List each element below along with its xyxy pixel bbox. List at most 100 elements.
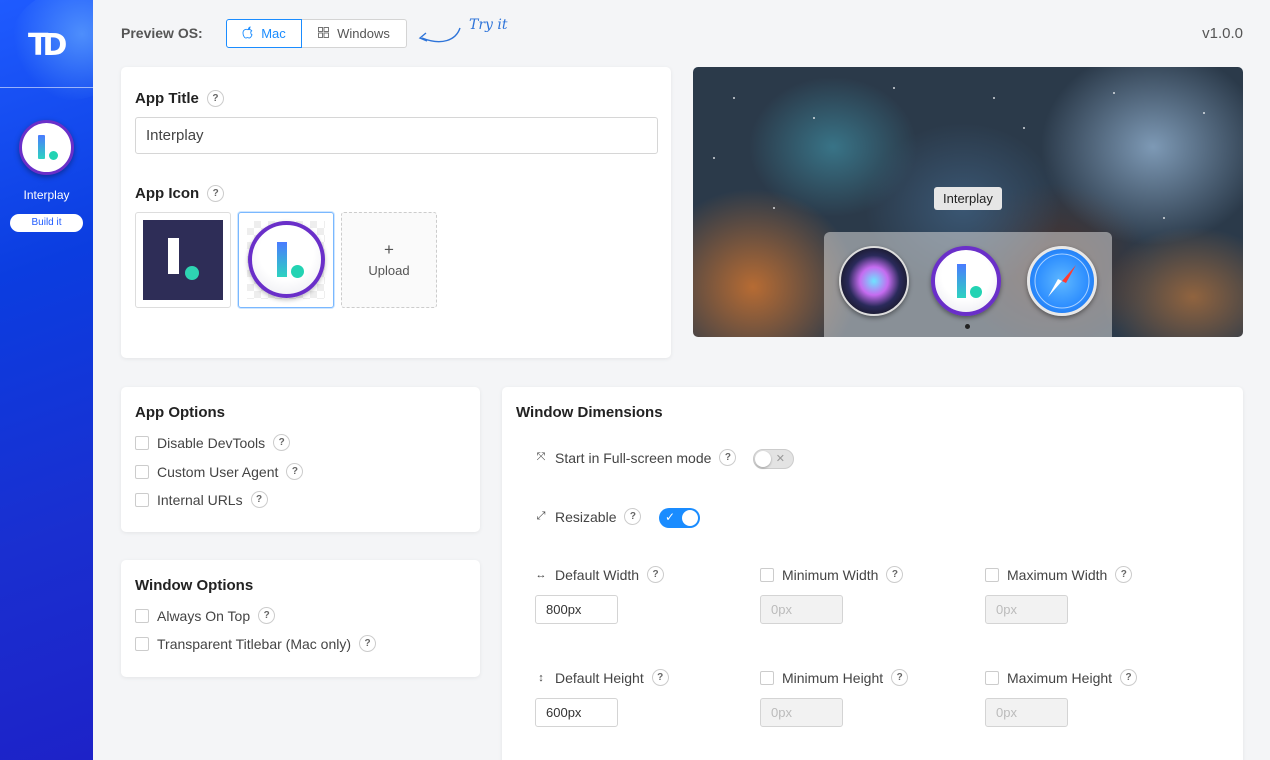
help-icon[interactable]: ? — [359, 635, 376, 652]
option-always-on-top[interactable]: Always On Top ? — [135, 607, 276, 624]
windows-icon — [318, 26, 330, 41]
help-icon[interactable]: ? — [286, 463, 304, 480]
app-settings-card: App Title ? Interplay App Icon ? + Uploa… — [121, 67, 671, 358]
resize-icon: ⤢ — [536, 510, 546, 522]
help-icon[interactable]: ? — [273, 434, 291, 451]
checkbox[interactable] — [985, 670, 999, 685]
app-title-heading: App Title ? — [135, 90, 224, 107]
app-options-title: App Options — [135, 404, 225, 421]
fullscreen-toggle[interactable]: ✕ — [753, 449, 794, 469]
version-label: v1.0.0 — [1202, 25, 1243, 42]
os-windows-button[interactable]: Windows — [302, 19, 407, 48]
max-width-input[interactable]: 0px — [985, 595, 1068, 624]
default-height-input[interactable]: 600px — [535, 698, 618, 727]
help-icon[interactable]: ? — [1115, 566, 1133, 583]
safari-icon — [1027, 246, 1097, 316]
help-icon[interactable]: ? — [1120, 669, 1138, 686]
checkbox[interactable] — [135, 492, 149, 507]
min-height-input[interactable]: 0px — [760, 698, 843, 727]
build-button[interactable]: Build it — [10, 214, 83, 232]
help-icon[interactable]: ? — [891, 669, 909, 686]
check-icon: ✓ — [665, 510, 676, 524]
checkbox[interactable] — [135, 435, 149, 450]
checkbox[interactable] — [135, 636, 149, 651]
dock-preview: Interplay — [693, 67, 1243, 337]
resizable-toggle[interactable]: ✓ — [659, 508, 700, 528]
help-icon[interactable]: ? — [207, 185, 225, 202]
max-width-row: Maximum Width ? — [985, 566, 1133, 583]
window-dimensions-title: Window Dimensions — [516, 404, 663, 421]
option-internal-urls[interactable]: Internal URLs ? — [135, 491, 268, 508]
icon-option-square[interactable] — [135, 212, 231, 308]
option-label: Transparent Titlebar (Mac only) — [157, 635, 351, 652]
square-app-icon — [143, 220, 223, 300]
width-arrows-icon: ↔ — [535, 568, 547, 581]
preview-os-label: Preview OS: — [121, 25, 203, 41]
app-icon-heading: App Icon ? — [135, 185, 225, 202]
min-width-row: Minimum Width ? — [760, 566, 904, 583]
siri-icon — [839, 246, 909, 316]
window-options-card: Window Options Always On Top ? Transpare… — [121, 560, 480, 677]
app-logo[interactable]: TD — [28, 28, 67, 63]
max-height-input[interactable]: 0px — [985, 698, 1068, 727]
help-icon[interactable]: ? — [250, 491, 268, 508]
window-dimensions-card: Window Dimensions ⤧ Start in Full-screen… — [502, 387, 1243, 760]
help-icon[interactable]: ? — [886, 566, 904, 583]
round-app-icon — [248, 221, 325, 298]
option-custom-user-agent[interactable]: Custom User Agent ? — [135, 463, 304, 480]
min-height-label: Minimum Height — [782, 669, 884, 686]
help-icon[interactable]: ? — [258, 607, 276, 624]
os-windows-label: Windows — [337, 26, 390, 41]
help-icon[interactable]: ? — [647, 566, 665, 583]
default-height-label: Default Height — [555, 669, 644, 686]
interplay-dock-icon — [931, 246, 1001, 316]
help-icon[interactable]: ? — [206, 90, 224, 107]
checkbox[interactable] — [135, 464, 149, 479]
option-label: Always On Top — [157, 607, 251, 624]
help-icon[interactable]: ? — [651, 669, 669, 686]
min-width-label: Minimum Width — [782, 566, 879, 583]
sidebar-divider — [0, 87, 93, 88]
upload-label: Upload — [368, 263, 410, 278]
os-mac-button[interactable]: Mac — [226, 19, 302, 48]
checkbox[interactable] — [985, 567, 999, 582]
fullscreen-row: ⤧ Start in Full-screen mode ? — [535, 449, 737, 466]
app-title-input[interactable]: Interplay — [135, 117, 658, 154]
os-mac-label: Mac — [261, 26, 286, 41]
min-width-input[interactable]: 0px — [760, 595, 843, 624]
app-options-card: App Options Disable DevTools ? Custom Us… — [121, 387, 480, 532]
help-icon[interactable]: ? — [624, 508, 642, 525]
expand-icon: ⤧ — [536, 451, 546, 463]
option-label: Disable DevTools — [157, 434, 266, 451]
resizable-label: Resizable — [555, 508, 617, 525]
sidebar: TD Interplay Build it — [0, 0, 93, 760]
option-disable-devtools[interactable]: Disable DevTools ? — [135, 434, 291, 451]
plus-icon: + — [384, 240, 394, 259]
max-width-label: Maximum Width — [1007, 566, 1108, 583]
max-height-row: Maximum Height ? — [985, 669, 1138, 686]
apple-icon — [242, 25, 253, 42]
window-options-title: Window Options — [135, 577, 254, 594]
checkbox[interactable] — [760, 567, 774, 582]
app-icon-preview — [19, 120, 74, 175]
upload-icon-button[interactable]: + Upload — [341, 212, 437, 308]
try-it-hint: Try it — [469, 17, 508, 33]
checkbox[interactable] — [135, 608, 149, 623]
help-icon[interactable]: ? — [719, 449, 737, 466]
option-label: Internal URLs — [157, 491, 243, 508]
dock — [824, 232, 1112, 337]
default-width-row: ↔ Default Width ? — [535, 566, 665, 583]
os-toggle: Mac Windows — [226, 19, 407, 48]
min-height-row: Minimum Height ? — [760, 669, 909, 686]
default-width-input[interactable]: 800px — [535, 595, 618, 624]
running-indicator — [965, 324, 970, 329]
x-icon: ✕ — [775, 453, 785, 465]
app-icon-label: App Icon — [135, 185, 200, 202]
checkbox[interactable] — [760, 670, 774, 685]
option-label: Custom User Agent — [157, 463, 279, 480]
default-width-label: Default Width — [555, 566, 640, 583]
app-title-label: App Title — [135, 90, 199, 107]
icon-option-round[interactable] — [238, 212, 334, 308]
option-transparent-titlebar[interactable]: Transparent Titlebar (Mac only) ? — [135, 635, 376, 652]
resizable-row: ⤢ Resizable ? — [535, 508, 642, 525]
